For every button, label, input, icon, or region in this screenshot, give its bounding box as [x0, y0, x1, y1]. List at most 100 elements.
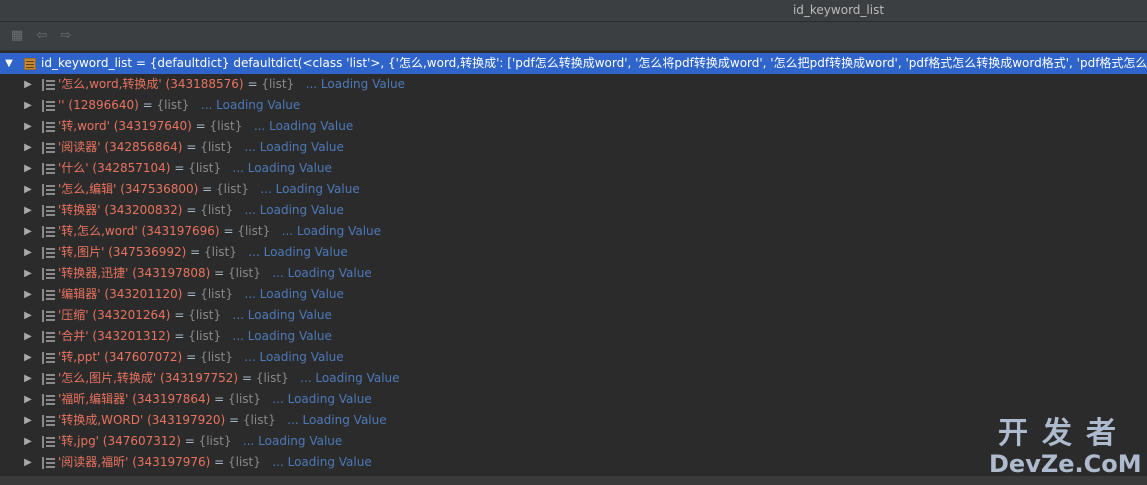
expand-arrow-icon[interactable]: ▶	[22, 326, 34, 347]
list-icon	[42, 163, 56, 175]
tree-row[interactable]: ▶ '转,word' (343197640) = {list} ... Loadi…	[0, 116, 1147, 137]
tree-row[interactable]: ▶ '阅读器' (342856864) = {list} ... Loading …	[0, 137, 1147, 158]
loading-value-link[interactable]: ... Loading Value	[287, 413, 386, 427]
expand-arrow-icon[interactable]: ▶	[22, 452, 34, 473]
variable-name: '什么' (342857104)	[58, 161, 171, 175]
forward-icon[interactable]: ⇨	[58, 28, 74, 44]
tree-row[interactable]: ▶ '编辑器' (343201120) = {list} ... Loading …	[0, 284, 1147, 305]
loading-value-link[interactable]: ... Loading Value	[300, 371, 399, 385]
variable-name: '压缩' (343201264)	[58, 308, 171, 322]
expand-arrow-icon[interactable]: ▶	[22, 410, 34, 431]
tree-row[interactable]: ▶ '转,jpg' (347607312) = {list} ... Loadin…	[0, 431, 1147, 452]
row-text: '转,图片' (347536992) = {list} ... Loading …	[58, 242, 348, 263]
loading-value-link[interactable]: ... Loading Value	[272, 266, 371, 280]
loading-value-link[interactable]: ... Loading Value	[233, 161, 332, 175]
expand-arrow-icon[interactable]: ▶	[22, 137, 34, 158]
tree-row[interactable]: ▶ '' (12896640) = {list} ... Loading Valu…	[0, 95, 1147, 116]
variable-name: '转,word' (343197640)	[58, 119, 192, 133]
expand-arrow-icon[interactable]: ▶	[22, 389, 34, 410]
loading-value-link[interactable]: ... Loading Value	[306, 77, 405, 91]
variable-name: '转,jpg' (347607312)	[58, 434, 181, 448]
list-icon	[42, 331, 56, 343]
tree-row[interactable]: ▶ '什么' (342857104) = {list} ... Loading V…	[0, 158, 1147, 179]
loading-value-link[interactable]: ... Loading Value	[243, 434, 342, 448]
expand-arrow-icon[interactable]: ▶	[22, 116, 34, 137]
loading-value-link[interactable]: ... Loading Value	[244, 350, 343, 364]
variable-name: '转换成,WORD' (343197920)	[58, 413, 226, 427]
expand-arrow-icon[interactable]: ▶	[22, 221, 34, 242]
equals-sign: =	[243, 77, 262, 91]
tree-row[interactable]: ▶ '怎么,编辑' (347536800) = {list} ... Loadin…	[0, 179, 1147, 200]
variable-type: {list}	[199, 350, 233, 364]
expand-arrow-icon[interactable]: ▶	[22, 431, 34, 452]
expand-arrow-icon[interactable]: ▶	[22, 263, 34, 284]
row-text: '转换器' (343200832) = {list} ... Loading V…	[58, 200, 344, 221]
row-text: '怎么,编辑' (347536800) = {list} ... Loading…	[58, 179, 360, 200]
equals-sign: =	[191, 119, 210, 133]
expand-arrow-icon[interactable]: ▶	[22, 347, 34, 368]
variable-type: {list}	[228, 455, 261, 469]
equals-sign: =	[138, 98, 157, 112]
loading-value-link[interactable]: ... Loading Value	[272, 455, 371, 469]
expand-arrow-icon[interactable]: ▶	[22, 158, 34, 179]
loading-value-link[interactable]: ... Loading Value	[233, 308, 332, 322]
equals-sign: =	[170, 308, 189, 322]
stack-icon[interactable]: ▦	[9, 28, 25, 44]
equals-sign: =	[210, 392, 228, 406]
debugger-toolbar: ▦ ⇦ ⇨	[0, 22, 1147, 51]
loading-value-link[interactable]: ... Loading Value	[254, 119, 353, 133]
tree-row-root[interactable]: ▼ id_keyword_list = {defaultdict} defaul…	[0, 53, 1147, 74]
tree-row[interactable]: ▶ '转,图片' (347536992) = {list} ... Loading…	[0, 242, 1147, 263]
loading-value-link[interactable]: ... Loading Value	[282, 224, 381, 238]
expand-arrow-icon[interactable]: ▶	[22, 284, 34, 305]
tree-row[interactable]: ▶ '福昕,编辑器' (343197864) = {list} ... Loadi…	[0, 389, 1147, 410]
tree-row[interactable]: ▶ '怎么,word,转换成' (343188576) = {list} ... …	[0, 74, 1147, 95]
loading-value-link[interactable]: ... Loading Value	[272, 392, 371, 406]
root-label: id_keyword_list = {defaultdict} defaultd…	[41, 56, 1147, 70]
tree-row[interactable]: ▶ '转换成,WORD' (343197920) = {list} ... Loa…	[0, 410, 1147, 431]
loading-value-link[interactable]: ... Loading Value	[248, 245, 347, 259]
back-icon[interactable]: ⇦	[34, 28, 50, 44]
tree-row[interactable]: ▶ '阅读器,福昕' (343197976) = {list} ... Loadi…	[0, 452, 1147, 473]
list-icon	[42, 121, 56, 133]
variable-type: {list}	[156, 98, 190, 112]
tree-row[interactable]: ▶ '转,怎么,word' (343197696) = {list} ... Lo…	[0, 221, 1147, 242]
variables-tree: ▼ id_keyword_list = {defaultdict} defaul…	[0, 51, 1147, 485]
variable-type: {list}	[200, 140, 234, 154]
tree-row[interactable]: ▶ '压缩' (343201264) = {list} ... Loading V…	[0, 305, 1147, 326]
window-titlebar: id_keyword_list	[0, 0, 1147, 22]
list-icon	[42, 394, 56, 406]
tree-row[interactable]: ▶ '转换器,迅捷' (343197808) = {list} ... Loadi…	[0, 263, 1147, 284]
list-icon	[42, 415, 56, 427]
list-icon	[42, 268, 56, 280]
loading-value-link[interactable]: ... Loading Value	[201, 98, 300, 112]
list-icon	[42, 289, 56, 301]
row-text: '合并' (343201312) = {list} ... Loading Va…	[58, 326, 332, 347]
expand-arrow-icon[interactable]: ▶	[22, 242, 34, 263]
variable-type: {list}	[200, 203, 234, 217]
expand-arrow-icon[interactable]: ▶	[22, 95, 34, 116]
expand-arrow-icon[interactable]: ▶	[22, 74, 34, 95]
expand-arrow-icon[interactable]: ▶	[22, 179, 34, 200]
tree-row[interactable]: ▶ '转,ppt' (347607072) = {list} ... Loadin…	[0, 347, 1147, 368]
collapse-arrow-icon[interactable]: ▼	[3, 53, 15, 74]
loading-value-link[interactable]: ... Loading Value	[245, 203, 344, 217]
horizontal-scrollbar[interactable]	[0, 476, 1147, 485]
tree-row[interactable]: ▶ '转换器' (343200832) = {list} ... Loading …	[0, 200, 1147, 221]
loading-value-link[interactable]: ... Loading Value	[245, 287, 344, 301]
loading-value-link[interactable]: ... Loading Value	[245, 140, 344, 154]
variable-name: '福昕,编辑器' (343197864)	[58, 392, 211, 406]
expand-arrow-icon[interactable]: ▶	[22, 200, 34, 221]
loading-value-link[interactable]: ... Loading Value	[260, 182, 359, 196]
tree-row[interactable]: ▶ '怎么,图片,转换成' (343197752) = {list} ... Lo…	[0, 368, 1147, 389]
tree-row[interactable]: ▶ '合并' (343201312) = {list} ... Loading V…	[0, 326, 1147, 347]
variable-type: {list}	[188, 308, 222, 322]
loading-value-link[interactable]: ... Loading Value	[233, 329, 332, 343]
expand-arrow-icon[interactable]: ▶	[22, 305, 34, 326]
list-icon	[42, 436, 56, 448]
row-text: '转,word' (343197640) = {list} ... Loadin…	[58, 116, 353, 137]
expand-arrow-icon[interactable]: ▶	[22, 368, 34, 389]
